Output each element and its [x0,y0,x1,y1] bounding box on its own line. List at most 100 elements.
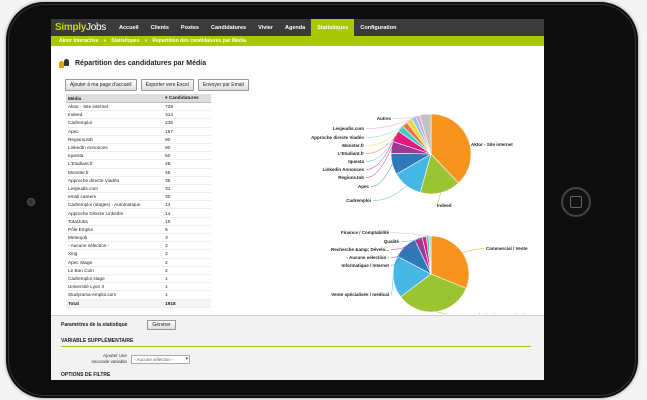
candidatures-count-cell: 728 [163,102,211,112]
media-name-cell: Cadremploi [66,118,164,128]
parameters-title: Paramètres de la statistique [61,322,128,328]
total-cell: 1918 [163,298,211,308]
candidatures-count-cell: 5 [163,225,211,235]
media-name-cell: - Aucune sélection - [66,241,164,251]
pie-slice-label: Cadremploi [346,198,371,203]
nav-item-4[interactable]: Vivier [252,19,279,36]
pie-slice-label: Vente spécialisée / médical [331,292,389,297]
column-header-candidatures[interactable]: ▾ Candidatures [163,94,211,103]
app-logo[interactable]: SimplyJobs [51,22,113,33]
candidatures-count-cell: 35 [163,176,211,185]
table-row: Apec 167 [66,127,211,136]
table-row: Lesjeudis.com 31 [66,184,211,194]
media-name-cell: TotalJobs [66,217,164,226]
logo-suffix-text: Jobs [86,22,106,33]
statistics-parameters-panel: Paramètres de la statistique Générer VAR… [51,315,544,380]
app-screen: SimplyJobs Accueil Clients Postes Candidatu… [51,19,544,380]
media-name-cell: Meteojob [66,233,164,243]
media-name-cell: LinkedIn Annonces [66,143,164,153]
breadcrumb-item[interactable]: Répartition des candidatures par Média [152,38,246,44]
pie-slice-label: Qualité [384,239,400,244]
media-name-cell: RegionsJob [66,135,164,144]
camera-icon [27,198,35,206]
media-name-cell: Cadremploi stage [66,274,164,284]
media-name-cell: Approche Directe LinkedIn [66,208,164,218]
candidatures-count-cell: 50 [163,151,211,161]
table-row: Aktor - Site internet 728 [66,102,211,112]
extra-variable-heading: VARIABLE SUPPLÉMENTAIRE [61,338,134,344]
table-row: Iquesta 50 [66,151,211,161]
pie-leader-line [372,185,407,201]
media-name-cell: Université Lyon 3 [66,282,164,292]
table-row: LinkedIn Annonces 90 [66,143,211,153]
nav-item-5[interactable]: Agenda [279,19,311,36]
breadcrumb-item[interactable]: Statistiques [111,38,139,44]
table-row: RegionsJob 90 [66,135,211,144]
media-name-cell: Indeed [66,110,164,120]
table-row: Approche Directe LinkedIn 14 [66,208,211,218]
column-header-media[interactable]: Média [66,94,164,103]
pie-slice-label: Linkedin Annonces [323,167,365,172]
table-row: Indeed 314 [66,110,211,120]
candidatures-count-cell: 2 [163,241,211,251]
main-nav: Accueil Clients Postes Candidatures Vivier Ag… [113,19,402,36]
candidatures-count-cell: 2 [163,266,211,275]
table-row: Studyrama-emploi.com 1 [66,290,211,300]
generate-button[interactable]: Générer [147,320,176,330]
pie-slice-label: Monster.fr [342,143,364,148]
pie-slice-label: Marketing / Communication [471,313,530,314]
send-email-button[interactable]: Envoyer par Email [197,79,249,91]
pie-slice-label: Apec [358,184,370,189]
action-buttons: Ajouter à ma page d'accueil Exporter ver… [65,79,253,91]
nav-item-7[interactable]: Configuration [354,19,402,36]
nav-item-0[interactable]: Accueil [113,19,145,36]
pie-slice-label: Finance / Comptabilité [341,230,390,235]
pie-slice-label: RegionsJob [338,175,364,180]
logo-main-text: Simply [55,22,86,33]
second-variable-label: Ajouter une seconde variable [81,353,127,365]
home-button-icon[interactable] [561,187,591,217]
pie-leader-line [390,276,394,295]
second-variable-label-line2: seconde variable [91,359,127,364]
nav-item-6[interactable]: Statistiques [311,19,355,36]
candidatures-count-cell: 2 [163,249,211,259]
table-row: Pôle Emploi 5 [66,225,211,235]
table-row: L'Etudiant.fr 45 [66,159,211,169]
breadcrumb-separator: » [103,38,107,44]
candidatures-count-cell: 90 [163,143,211,153]
candidatures-count-cell: 236 [163,118,211,128]
pie-slice-label: Autres [377,116,392,121]
media-name-cell: Apec Stage [66,258,164,267]
top-navigation-bar: SimplyJobs Accueil Clients Postes Candidatu… [51,19,544,36]
nav-item-3[interactable]: Candidatures [205,19,252,36]
nav-item-2[interactable]: Postes [175,19,205,36]
media-name-cell: Aktor - Site internet [66,102,164,112]
breadcrumb-separator: » [144,38,148,44]
pie-charts: Aktor - Site internet Indeed Cadremploi Ape… [311,113,530,314]
table-row: TotalJobs 10 [66,217,211,226]
filter-options-heading: OPTIONS DE FILTRE [61,372,111,378]
second-variable-select[interactable]: - Aucune sélection - [131,355,190,364]
section-divider [61,346,531,347]
candidatures-count-cell: 3 [163,233,211,243]
pie-slice-label: Recherche &amp; Dévelo... [331,247,389,252]
candidatures-count-cell: 1 [163,282,211,292]
media-name-cell: Lesjeudis.com [66,184,164,194]
total-cell: Total [66,298,164,308]
table-row: Meteojob 3 [66,233,211,243]
candidatures-count-cell: 45 [163,159,211,169]
candidatures-count-cell: 314 [163,110,211,120]
add-to-home-button[interactable]: Ajouter à ma page d'accueil [65,79,137,91]
media-name-cell: Le Bon Coin [66,266,164,275]
pie-slice-label: L'Etudiant.fr [338,151,365,156]
candidatures-count-cell: 2 [163,258,211,267]
nav-item-1[interactable]: Clients [145,19,175,36]
table-row: Monster.fr 45 [66,168,211,177]
breadcrumb-item[interactable]: Aktor Interactive [59,38,98,44]
table-row: Approche directe Viadéo 35 [66,176,211,185]
media-table: Média ▾ Candidatures Aktor - Site intern… [66,94,211,308]
export-excel-button[interactable]: Exporter vers Excel [140,79,194,91]
pie-slice-label: Informatique / Internet [341,263,389,268]
media-name-cell: Xing [66,249,164,259]
people-icon [59,59,71,68]
